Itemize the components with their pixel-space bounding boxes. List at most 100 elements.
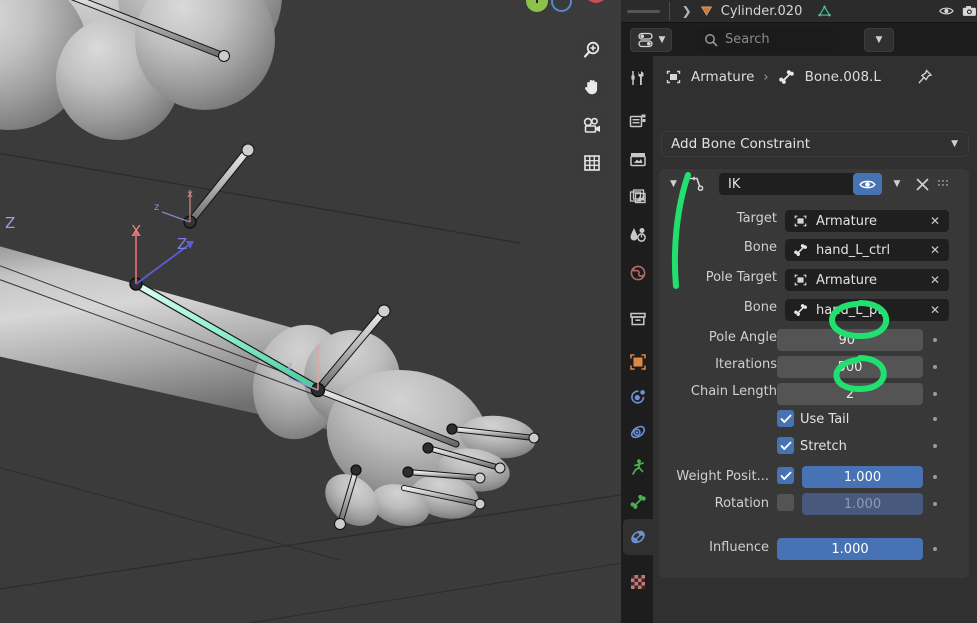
x-icon [916, 178, 928, 190]
stretch-animate-dot[interactable] [933, 444, 937, 448]
properties-header: ▼ Search ▼ [621, 23, 977, 56]
x-icon[interactable]: ✕ [930, 243, 940, 257]
target-bone-field[interactable]: hand_L_ctrl ✕ [785, 239, 949, 261]
use-tail-checkbox[interactable] [777, 410, 794, 427]
breadcrumb-bone[interactable]: Bone.008.L [805, 69, 881, 85]
mesh-triangle-icon[interactable] [818, 4, 832, 18]
pole-angle-field[interactable]: 90° [777, 329, 923, 351]
gizmo-axis-x[interactable] [551, 0, 572, 12]
axis-label-z-small: z [154, 202, 160, 213]
3d-viewport[interactable]: X Z x z Z x z Y [0, 0, 621, 623]
rotation-animate-dot[interactable] [933, 502, 937, 506]
axis-label-x: X [131, 222, 142, 240]
iterations-animate-dot[interactable] [933, 365, 937, 369]
tab-world[interactable] [623, 255, 653, 291]
use-tail-animate-dot[interactable] [933, 417, 937, 421]
chain-length-field[interactable]: 2 [777, 383, 923, 405]
outliner-editor[interactable]: ❯ Cylinder.020 [621, 0, 977, 23]
properties-content: Armature › Bone.008.L Add Bone Constrain… [653, 56, 977, 623]
weight-position-slider[interactable]: 1.000 [802, 466, 923, 488]
object-data-icon [794, 274, 807, 286]
outliner-object-name[interactable]: Cylinder.020 [721, 4, 803, 19]
grid-tool-button[interactable] [575, 146, 609, 180]
printer-icon [630, 153, 646, 167]
pole-angle-value: 90° [838, 332, 862, 348]
zoom-tool-button[interactable] [575, 33, 609, 67]
constraint-drag-handle[interactable] [937, 177, 951, 190]
constraint-delete-button[interactable] [911, 173, 933, 195]
nav-gizmo[interactable]: Y [520, 0, 620, 42]
tab-armature-data[interactable] [623, 484, 653, 520]
x-icon[interactable]: ✕ [930, 214, 940, 228]
constraint-enable-toggle[interactable] [853, 173, 882, 195]
chain-length-value: 2 [845, 386, 855, 402]
chevron-down-icon: ▼ [893, 179, 901, 189]
target-bone-value: hand_L_ctrl [816, 242, 891, 258]
target-field[interactable]: Armature ✕ [785, 210, 949, 232]
breadcrumb-armature[interactable]: Armature [691, 69, 754, 85]
x-icon[interactable]: ✕ [930, 303, 940, 317]
bone-icon [630, 494, 646, 509]
tab-collection[interactable] [623, 301, 653, 337]
constraint-extras-button[interactable]: ▼ [884, 173, 910, 195]
tab-render[interactable] [623, 103, 653, 139]
rotation-checkbox[interactable] [777, 494, 794, 511]
check-icon [780, 414, 791, 423]
add-bone-constraint-dropdown[interactable]: Add Bone Constraint ▼ [661, 131, 969, 157]
properties-options-button[interactable]: ▼ [864, 27, 894, 52]
label-pole-angle: Pole Angle [708, 330, 777, 345]
pin-icon[interactable] [917, 69, 933, 85]
chain-length-animate-dot[interactable] [933, 392, 937, 396]
gizmo-axis-z[interactable] [585, 0, 607, 3]
tab-scene[interactable] [623, 217, 653, 253]
eye-icon[interactable] [939, 4, 955, 18]
bone-icon [794, 304, 807, 316]
bone-constraint-icon [631, 530, 645, 544]
target-value: Armature [816, 213, 878, 229]
filter-toggle-button[interactable]: ▼ [630, 27, 672, 52]
influence-slider[interactable]: 1.000 [777, 538, 923, 560]
tab-bone-constraints[interactable] [623, 519, 653, 555]
weight-position-checkbox[interactable] [777, 467, 794, 484]
outliner-scrollbar[interactable] [627, 9, 660, 13]
x-icon[interactable]: ✕ [930, 273, 940, 287]
check-icon [780, 441, 791, 450]
chevron-down-icon[interactable]: ▼ [670, 179, 677, 189]
pole-bone-field[interactable]: hand_L_pt ✕ [785, 299, 949, 321]
constraint-name-field[interactable]: IK [719, 173, 871, 195]
camera-icon[interactable] [962, 4, 977, 18]
pan-tool-button[interactable] [575, 70, 609, 104]
tab-view-layer[interactable] [623, 179, 653, 215]
tab-modifiers[interactable] [623, 379, 653, 415]
scene-cone-icon [630, 228, 646, 242]
axis-label-x-small: x [187, 189, 193, 200]
pole-angle-animate-dot[interactable] [933, 338, 937, 342]
pole-target-field[interactable]: Armature ✕ [785, 269, 949, 291]
outliner-row-cylinder[interactable]: ❯ Cylinder.020 [621, 0, 977, 22]
weight-position-value: 1.000 [843, 469, 882, 485]
tab-texture[interactable] [623, 564, 653, 600]
influence-animate-dot[interactable] [933, 547, 937, 551]
stretch-checkbox[interactable] [777, 437, 794, 454]
outliner-divider [668, 2, 670, 20]
properties-tab-column [621, 56, 653, 623]
tab-physics[interactable] [623, 414, 653, 450]
mesh-data-icon [700, 6, 712, 16]
tab-tool[interactable] [623, 60, 653, 96]
camera-tool-button[interactable] [575, 108, 609, 142]
object-data-icon [794, 215, 807, 227]
magnifier-plus-icon [583, 41, 600, 58]
search-input[interactable]: Search [694, 27, 840, 52]
render-camera-icon [629, 114, 646, 128]
tab-output[interactable] [623, 141, 653, 177]
arm-mesh [0, 246, 348, 440]
physics-orbit-icon [630, 425, 646, 439]
influence-value: 1.000 [831, 541, 869, 557]
tab-object-constraints[interactable] [623, 449, 653, 485]
iterations-field[interactable]: 500 [777, 356, 923, 378]
weight-position-animate-dot[interactable] [933, 475, 937, 479]
chevron-right-icon[interactable]: ❯ [682, 4, 692, 18]
tab-object[interactable] [623, 344, 653, 380]
rotation-slider[interactable]: 1.000 [802, 493, 923, 515]
breadcrumb-separator: › [763, 69, 769, 85]
